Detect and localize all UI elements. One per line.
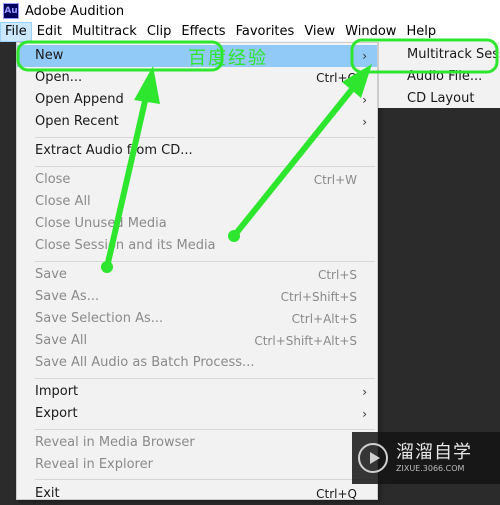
menu-item-save-as-label: Save As... bbox=[35, 289, 100, 304]
menu-item-open-append[interactable]: Open Append › bbox=[17, 89, 377, 111]
menu-item-export[interactable]: Export › bbox=[17, 403, 377, 425]
chevron-right-icon: › bbox=[362, 407, 367, 421]
menu-item-extract-audio[interactable]: Extract Audio from CD... bbox=[17, 140, 377, 162]
menu-item-export-label: Export bbox=[35, 406, 78, 421]
menu-item-reveal-explorer-label: Reveal in Explorer bbox=[35, 457, 153, 472]
menu-item-save-selection-as-label: Save Selection As... bbox=[35, 311, 164, 326]
submenu-item-cd-layout[interactable]: CD Layout bbox=[379, 88, 500, 110]
menu-item-close-session[interactable]: Close Session and its Media bbox=[17, 235, 377, 257]
chevron-right-icon: › bbox=[362, 385, 367, 399]
menu-bar: File Edit Multitrack Clip Effects Favori… bbox=[0, 22, 500, 42]
menu-item-save-selection-shortcut: Ctrl+Alt+S bbox=[291, 312, 357, 326]
menu-item-save-all[interactable]: Save All Ctrl+Shift+Alt+S bbox=[17, 330, 377, 352]
menu-item-close-session-label: Close Session and its Media bbox=[35, 238, 216, 253]
menu-item-save-shortcut: Ctrl+S bbox=[317, 268, 357, 282]
menu-item-reveal-media-browser[interactable]: Reveal in Media Browser bbox=[17, 432, 377, 454]
menu-item-open-recent[interactable]: Open Recent › bbox=[17, 111, 377, 133]
window-title: Adobe Audition bbox=[25, 3, 125, 19]
menu-item-save-as[interactable]: Save As... Ctrl+Shift+S bbox=[17, 286, 377, 308]
menu-clip[interactable]: Clip bbox=[142, 22, 177, 42]
menu-separator bbox=[35, 166, 375, 167]
menu-item-close-shortcut: Ctrl+W bbox=[313, 173, 357, 187]
menu-item-save-all-label: Save All bbox=[35, 333, 88, 348]
menu-item-save-all-audio-batch[interactable]: Save All Audio as Batch Process... bbox=[17, 352, 377, 374]
menu-item-exit-shortcut: Ctrl+Q bbox=[316, 487, 357, 501]
menu-item-close[interactable]: Close Ctrl+W bbox=[17, 169, 377, 191]
menu-item-open[interactable]: Open... Ctrl+O bbox=[17, 67, 377, 89]
watermark: 溜溜自学 ZIXUE.3066.COM bbox=[352, 432, 500, 484]
menu-item-new-label: New bbox=[35, 48, 64, 63]
menu-item-save-as-shortcut: Ctrl+Shift+S bbox=[280, 290, 357, 304]
menu-item-reveal-explorer[interactable]: Reveal in Explorer bbox=[17, 454, 377, 476]
menu-effects[interactable]: Effects bbox=[176, 22, 230, 42]
menu-separator bbox=[35, 261, 375, 262]
menu-item-open-recent-label: Open Recent bbox=[35, 114, 119, 129]
menu-item-open-append-label: Open Append bbox=[35, 92, 124, 107]
menu-item-import[interactable]: Import › bbox=[17, 381, 377, 403]
menu-item-close-unused-media-label: Close Unused Media bbox=[35, 216, 167, 231]
menu-item-exit-label: Exit bbox=[35, 486, 60, 501]
menu-window[interactable]: Window bbox=[340, 22, 401, 42]
menu-item-save-all-audio-batch-label: Save All Audio as Batch Process... bbox=[35, 355, 255, 370]
menu-item-extract-audio-label: Extract Audio from CD... bbox=[35, 143, 193, 158]
menu-separator bbox=[35, 479, 375, 480]
chevron-right-icon: › bbox=[362, 115, 367, 129]
menu-separator bbox=[35, 378, 375, 379]
menu-item-import-label: Import bbox=[35, 384, 79, 399]
submenu-item-audio-file[interactable]: Audio File... bbox=[379, 66, 500, 88]
menu-multitrack[interactable]: Multitrack bbox=[67, 22, 142, 42]
menu-file[interactable]: File bbox=[0, 22, 32, 42]
menu-separator bbox=[35, 137, 375, 138]
submenu-item-multitrack-session[interactable]: Multitrack Session... bbox=[379, 44, 500, 66]
chevron-right-icon: › bbox=[362, 93, 367, 107]
watermark-title: 溜溜自学 bbox=[396, 442, 472, 463]
menu-favorites[interactable]: Favorites bbox=[231, 22, 300, 42]
menu-item-close-all-label: Close All bbox=[35, 194, 91, 209]
menu-item-reveal-media-browser-label: Reveal in Media Browser bbox=[35, 435, 195, 450]
annotation-label: 百度经验 bbox=[188, 48, 268, 69]
chevron-right-icon: › bbox=[362, 49, 367, 63]
submenu-item-multitrack-session-label: Multitrack Session... bbox=[407, 47, 500, 62]
menu-item-save-label: Save bbox=[35, 267, 67, 282]
audition-app-icon: Au bbox=[3, 3, 19, 19]
menu-view[interactable]: View bbox=[299, 22, 340, 42]
menu-item-save[interactable]: Save Ctrl+S bbox=[17, 264, 377, 286]
title-bar: Au Adobe Audition bbox=[0, 0, 500, 22]
menu-help[interactable]: Help bbox=[401, 22, 441, 42]
menu-edit[interactable]: Edit bbox=[32, 22, 67, 42]
menu-item-close-unused-media[interactable]: Close Unused Media bbox=[17, 213, 377, 235]
play-icon bbox=[358, 443, 388, 473]
menu-item-save-all-shortcut: Ctrl+Shift+Alt+S bbox=[254, 334, 357, 348]
menu-item-open-shortcut: Ctrl+O bbox=[316, 71, 357, 85]
file-menu-dropdown: New › Open... Ctrl+O Open Append › Open … bbox=[16, 42, 378, 501]
menu-item-save-selection-as[interactable]: Save Selection As... Ctrl+Alt+S bbox=[17, 308, 377, 330]
menu-item-close-label: Close bbox=[35, 172, 71, 187]
menu-item-exit[interactable]: Exit Ctrl+Q bbox=[17, 483, 377, 505]
submenu-item-audio-file-label: Audio File... bbox=[407, 69, 483, 84]
watermark-url: ZIXUE.3066.COM bbox=[396, 464, 465, 473]
new-submenu: Multitrack Session... Audio File... CD L… bbox=[378, 42, 500, 108]
submenu-item-cd-layout-label: CD Layout bbox=[407, 91, 475, 106]
menu-item-close-all[interactable]: Close All bbox=[17, 191, 377, 213]
menu-item-open-label: Open... bbox=[35, 70, 83, 85]
menu-separator bbox=[35, 429, 375, 430]
